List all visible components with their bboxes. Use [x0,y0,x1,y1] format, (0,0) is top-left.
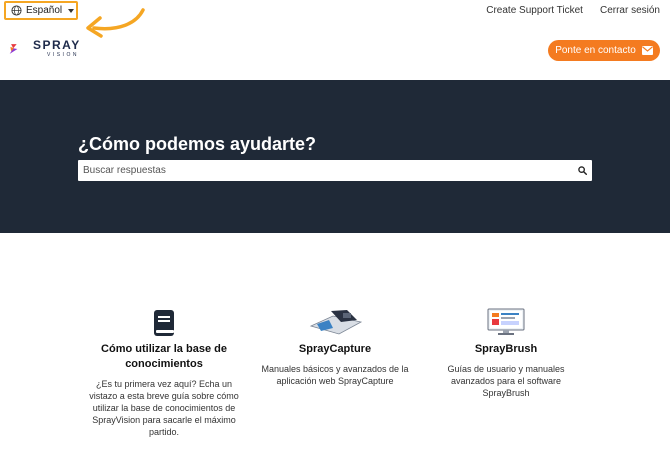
contact-button-label: Ponte en contacto [555,45,636,56]
category-card-spraycapture[interactable]: SprayCapture Manuales básicos y avanzado… [260,304,410,387]
logo-subtext: VISION [47,52,79,58]
logout-link[interactable]: Cerrar sesión [600,5,660,16]
monitor-icon [487,308,525,335]
create-ticket-link[interactable]: Create Support Ticket [486,5,583,16]
category-description: Guías de usuario y manuales avanzados pa… [447,364,565,398]
search-bar [78,160,592,181]
envelope-icon [641,46,653,55]
book-icon [154,310,174,336]
language-selector[interactable]: Español [4,1,78,20]
top-bar: Español Create Support Ticket Cerrar ses… [0,0,670,38]
category-title: Cómo utilizar la base de conocimientos [101,343,227,370]
annotation-arrow [86,8,145,38]
category-title: SprayCapture [298,343,372,355]
scanner-icon [309,310,363,335]
category-title: SprayBrush [474,343,538,355]
category-card-knowledge-base[interactable]: Cómo utilizar la base de conocimientos ¿… [89,304,239,438]
logo-text: SPRAY VISION [33,39,81,58]
logo-wordmark: SPRAY [33,38,81,52]
top-links: Create Support Ticket Cerrar sesión [486,5,660,16]
search-icon[interactable] [572,160,592,181]
contact-button[interactable]: Ponte en contacto [548,40,660,61]
caret-down-icon [68,8,75,13]
category-description: Manuales básicos y avanzados de la aplic… [261,364,409,386]
globe-icon [11,5,22,16]
language-label: Español [26,5,63,16]
hero-title: ¿Cómo podemos ayudarte? [78,134,317,154]
category-card-spraybrush[interactable]: SprayBrush Guías de usuario y manuales a… [431,304,581,399]
search-input[interactable] [78,160,572,181]
category-description: ¿Es tu primera vez aquí? Echa un vistazo… [89,379,239,437]
hero-section: ¿Cómo podemos ayudarte? [0,80,670,233]
